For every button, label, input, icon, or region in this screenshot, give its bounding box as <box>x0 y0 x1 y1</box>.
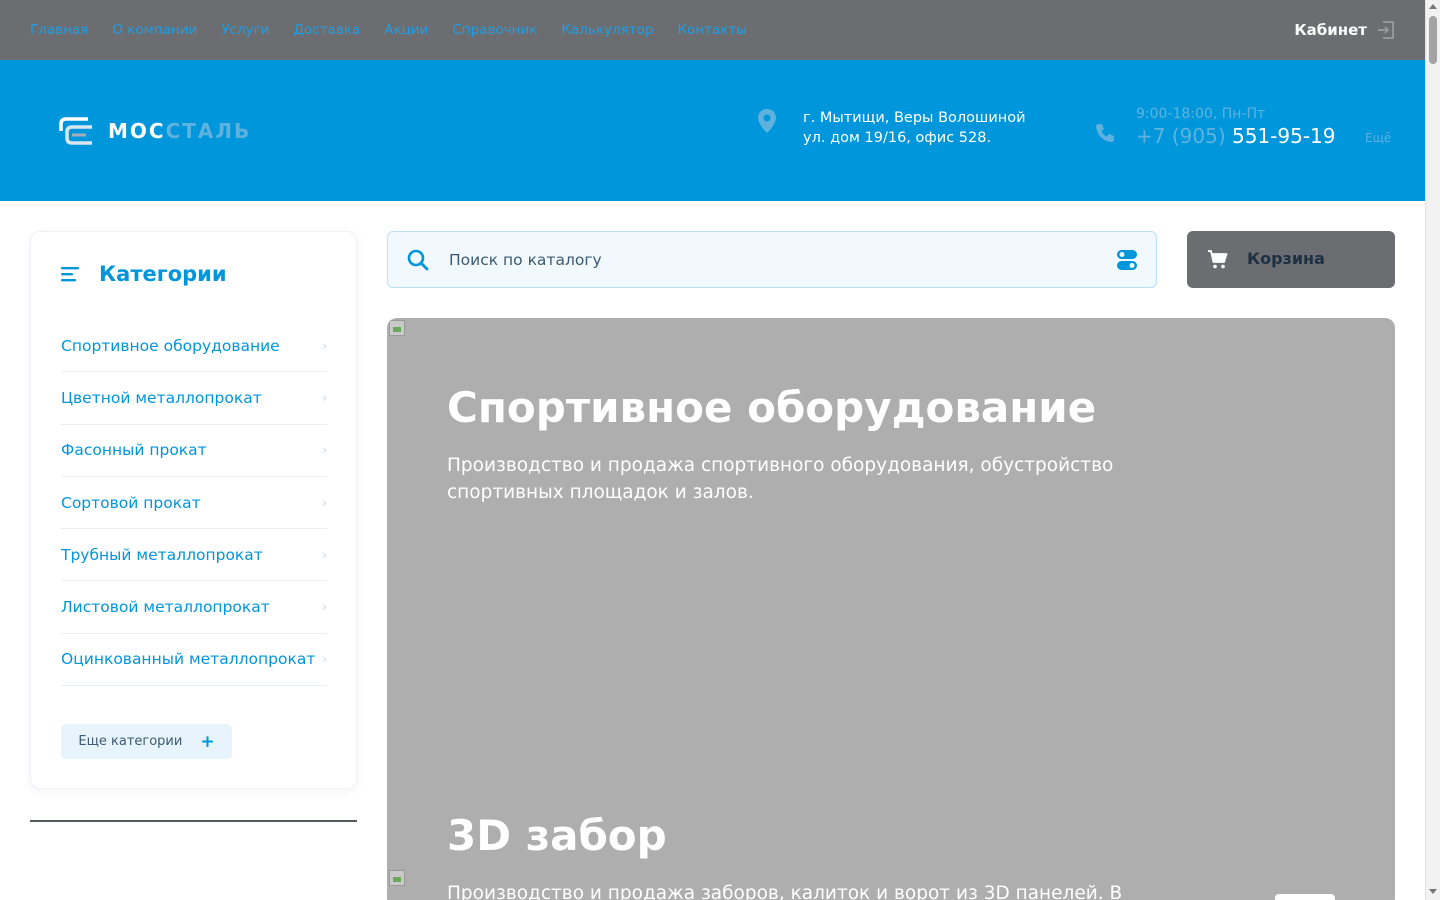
scroll-up-arrow-icon[interactable] <box>1429 4 1437 9</box>
category-list: Спортивное оборудование › Цветной металло… <box>61 320 327 687</box>
nav-link-home[interactable]: Главная <box>30 22 88 38</box>
chevron-right-icon: › <box>322 443 327 458</box>
category-item[interactable]: Трубный металлопрокат › <box>61 529 327 582</box>
nav-link-about[interactable]: О компании <box>112 22 197 38</box>
category-label: Спортивное оборудование <box>61 336 280 355</box>
promo-banner[interactable]: Спортивное оборудование Производство и п… <box>387 318 1395 900</box>
phone-main: 551-95-19 <box>1231 124 1336 148</box>
nav-link-delivery[interactable]: Доставка <box>293 22 360 38</box>
phone-icon <box>1096 124 1114 142</box>
banner-description: Производство и продажа спортивного обору… <box>447 455 1114 503</box>
cabinet-link[interactable]: Кабинет <box>1294 0 1395 60</box>
phone-info: 9:00-18:00, Пн-Пт +7 (905) 551-95-19 <box>1136 106 1336 148</box>
category-label: Трубный металлопрокат <box>61 545 263 564</box>
site-header: МОССТАЛЬ г. Мытищи, Веры Волошиной ул. д… <box>0 60 1425 201</box>
search-input[interactable] <box>449 246 1089 274</box>
phone-block: 9:00-18:00, Пн-Пт +7 (905) 551-95-19 <box>1094 106 1336 148</box>
cart-button[interactable]: Корзина <box>1187 231 1395 288</box>
top-nav-bar: Главная О компании Услуги Доставка Акции… <box>0 0 1425 60</box>
banner-description-2: Производство и продажа заборов, калиток … <box>447 883 1123 900</box>
category-label: Фасонный прокат <box>61 441 207 460</box>
login-icon <box>1378 21 1394 39</box>
logo[interactable]: МОССТАЛЬ <box>58 115 251 147</box>
location-pin-icon <box>758 109 776 133</box>
logo-text: МОССТАЛЬ <box>108 119 251 143</box>
category-item[interactable]: Листовой металлопрокат › <box>61 581 327 634</box>
chevron-right-icon: › <box>322 652 327 667</box>
category-item[interactable]: Оцинкованный металлопрокат › <box>61 634 327 687</box>
nav-link-services[interactable]: Услуги <box>221 22 269 38</box>
phone-number[interactable]: +7 (905) 551-95-19 <box>1136 124 1336 148</box>
menu-lines-icon <box>61 267 79 282</box>
chevron-right-icon: › <box>322 495 327 510</box>
chevron-right-icon: › <box>322 600 327 615</box>
page-scrollbar[interactable] <box>1425 0 1440 900</box>
broken-image-icon <box>389 320 405 336</box>
chevron-right-icon: › <box>322 547 327 562</box>
cabinet-label: Кабинет <box>1294 21 1367 39</box>
address-block: г. Мытищи, Веры Волошиной ул. дом 19/16,… <box>757 108 1043 148</box>
category-item[interactable]: Цветной металлопрокат › <box>61 372 327 425</box>
nav-link-calculator[interactable]: Калькулятор <box>561 22 653 38</box>
category-item[interactable]: Фасонный прокат › <box>61 425 327 477</box>
scroll-thumb[interactable] <box>1429 16 1437 64</box>
logo-text-part2: СТАЛЬ <box>165 119 252 143</box>
banner-title: Спортивное оборудование <box>447 383 1097 432</box>
catalog-search <box>387 231 1157 288</box>
chevron-right-icon: › <box>322 390 327 405</box>
banner-title-2: 3D забор <box>447 811 667 860</box>
category-item[interactable]: Сортовой прокат › <box>61 477 327 530</box>
logo-text-part1: МОС <box>108 119 166 143</box>
phone-prefix: +7 (905) <box>1136 124 1226 148</box>
logo-mark-icon <box>59 117 92 145</box>
categories-sidebar: Категории Спортивное оборудование › Цветн… <box>30 231 357 789</box>
categories-title: Категории <box>99 262 227 286</box>
cart-icon <box>1208 250 1228 269</box>
broken-image-icon <box>389 870 405 886</box>
sidebar-divider <box>30 820 357 822</box>
cart-label: Корзина <box>1247 249 1325 268</box>
working-hours: 9:00-18:00, Пн-Пт <box>1136 106 1266 122</box>
category-label: Цветной металлопрокат <box>61 388 262 407</box>
more-categories-label: Еще категории <box>78 734 183 749</box>
category-label: Листовой металлопрокат <box>61 598 270 617</box>
banner-button[interactable] <box>1275 894 1335 900</box>
plus-icon: + <box>200 731 215 752</box>
more-categories-button[interactable]: Еще категории + <box>61 724 232 759</box>
search-icon[interactable] <box>407 249 429 271</box>
nav-link-contacts[interactable]: Контакты <box>677 22 746 38</box>
category-item[interactable]: Спортивное оборудование › <box>61 320 327 373</box>
category-label: Оцинкованный металлопрокат <box>61 650 316 669</box>
categories-header: Категории <box>61 262 227 286</box>
nav-link-reference[interactable]: Справочник <box>452 22 537 38</box>
category-label: Сортовой прокат <box>61 493 201 512</box>
scroll-down-arrow-icon[interactable] <box>1429 889 1437 894</box>
toggle-filter-icon[interactable] <box>1116 249 1138 271</box>
nav-link-promotions[interactable]: Акции <box>384 22 428 38</box>
chevron-right-icon: › <box>322 338 327 353</box>
top-nav: Главная О компании Услуги Доставка Акции… <box>30 0 747 60</box>
address-text: г. Мытищи, Веры Волошиной ул. дом 19/16,… <box>803 110 1026 146</box>
more-phones-link[interactable]: Ещё <box>1365 131 1391 145</box>
